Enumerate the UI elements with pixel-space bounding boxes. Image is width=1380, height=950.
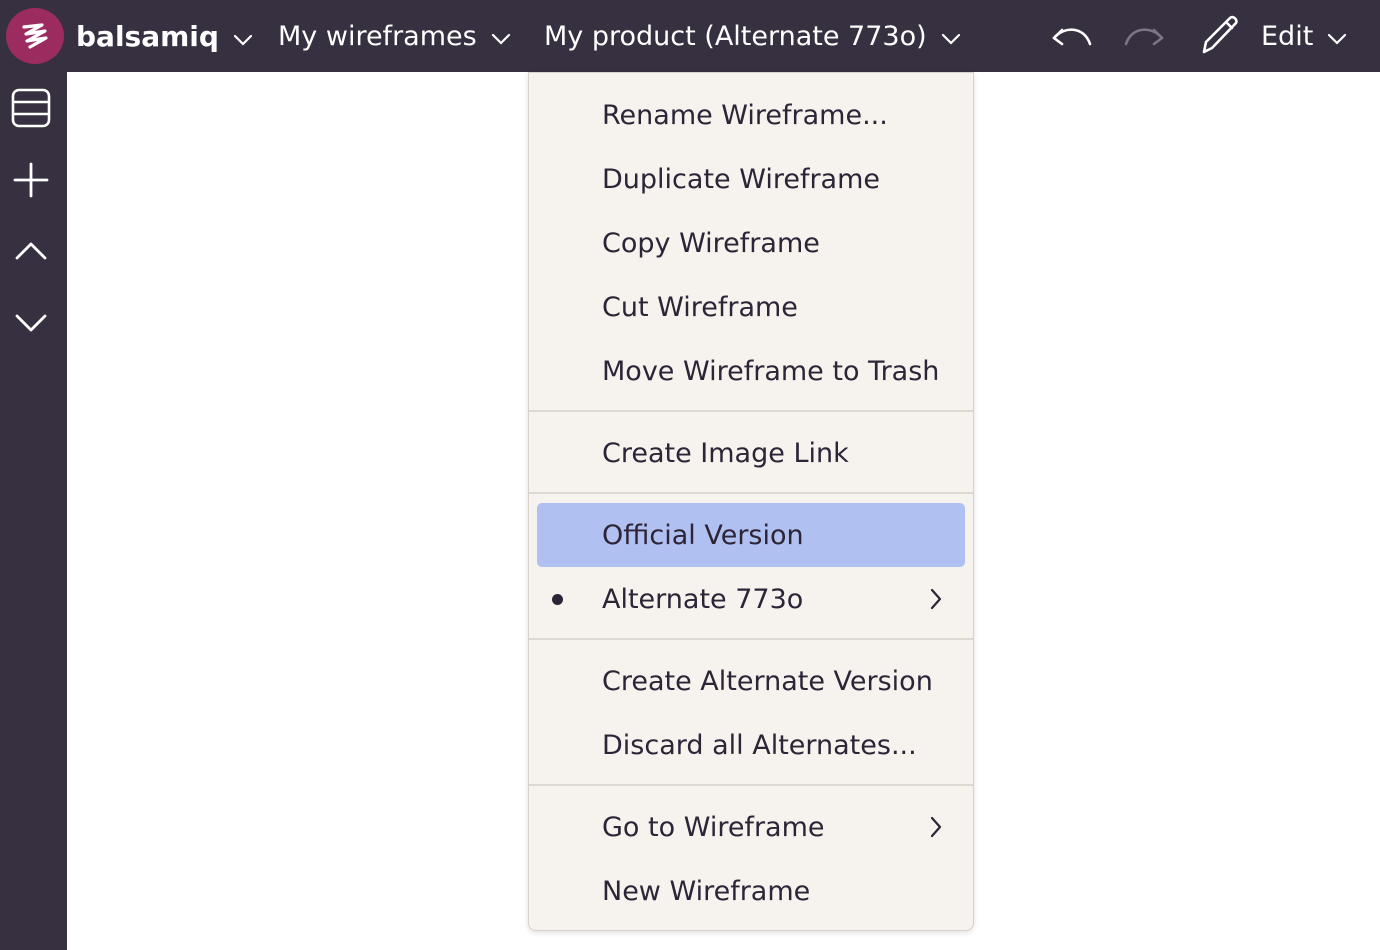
menu-item-go-to-wireframe[interactable]: Go to Wireframe: [529, 795, 973, 859]
menu-item-create-image-link[interactable]: Create Image Link: [529, 421, 973, 485]
chevron-down-icon: [941, 21, 961, 52]
menu-item-label: Rename Wireframe...: [602, 99, 888, 131]
pencil-icon[interactable]: [1196, 12, 1244, 64]
menu-item-label: Go to Wireframe: [602, 811, 825, 843]
chevron-down-icon[interactable]: [10, 302, 54, 346]
menu-item-label: Discard all Alternates...: [602, 729, 917, 761]
selected-bullet-icon: [552, 594, 563, 605]
menu-item-discard-alternates[interactable]: Discard all Alternates...: [529, 713, 973, 777]
menu-item-label: Create Alternate Version: [602, 665, 933, 697]
menu-item-create-alternate-version[interactable]: Create Alternate Version: [529, 649, 973, 713]
chevron-right-icon: [929, 815, 943, 846]
undo-icon[interactable]: [1050, 14, 1094, 62]
brand-label: balsamiq: [76, 19, 219, 53]
menu-item-rename-wireframe[interactable]: Rename Wireframe...: [529, 83, 973, 147]
top-bar: balsamiq My wireframes My product (Alter…: [0, 0, 1380, 72]
menu-item-label: Official Version: [602, 519, 804, 551]
menu-separator: [529, 784, 973, 786]
wireframe-dropdown-menu: Rename Wireframe... Duplicate Wireframe …: [528, 72, 974, 931]
menu-separator: [529, 410, 973, 412]
menu-separator: [529, 492, 973, 494]
menu-item-cut-wireframe[interactable]: Cut Wireframe: [529, 275, 973, 339]
menu-item-label: Duplicate Wireframe: [602, 163, 881, 195]
menu-item-label: Cut Wireframe: [602, 291, 798, 323]
redo-icon[interactable]: [1122, 14, 1166, 62]
menu-item-label: Alternate 773o: [602, 583, 804, 615]
project-menu[interactable]: My wireframes: [278, 0, 511, 72]
menu-item-label: Move Wireframe to Trash: [602, 355, 940, 387]
menu-item-copy-wireframe[interactable]: Copy Wireframe: [529, 211, 973, 275]
left-sidebar: [0, 72, 67, 950]
menu-separator: [529, 638, 973, 640]
edit-menu[interactable]: Edit: [1261, 0, 1347, 72]
chevron-up-icon[interactable]: [10, 230, 54, 274]
menu-item-duplicate-wireframe[interactable]: Duplicate Wireframe: [529, 147, 973, 211]
menu-item-move-to-trash[interactable]: Move Wireframe to Trash: [529, 339, 973, 403]
menu-item-alternate-773o[interactable]: Alternate 773o: [529, 567, 973, 631]
project-label: My wireframes: [278, 20, 477, 52]
wireframe-label: My product (Alternate 773o): [544, 20, 927, 52]
plus-icon[interactable]: [10, 158, 54, 202]
chevron-down-icon: [1327, 21, 1347, 52]
menu-item-official-version[interactable]: Official Version: [537, 503, 965, 567]
edit-label: Edit: [1261, 20, 1314, 52]
chevron-down-icon: [233, 20, 253, 53]
brand-menu[interactable]: balsamiq: [76, 0, 253, 72]
chevron-down-icon: [491, 21, 511, 52]
menu-item-label: Create Image Link: [602, 437, 849, 469]
list-icon[interactable]: [10, 86, 54, 130]
menu-item-label: Copy Wireframe: [602, 227, 820, 259]
menu-item-new-wireframe[interactable]: New Wireframe: [529, 859, 973, 923]
chevron-right-icon: [929, 587, 943, 618]
menu-item-label: New Wireframe: [602, 875, 811, 907]
balsamiq-logo-icon[interactable]: [6, 8, 64, 64]
wireframe-menu[interactable]: My product (Alternate 773o): [544, 0, 961, 72]
